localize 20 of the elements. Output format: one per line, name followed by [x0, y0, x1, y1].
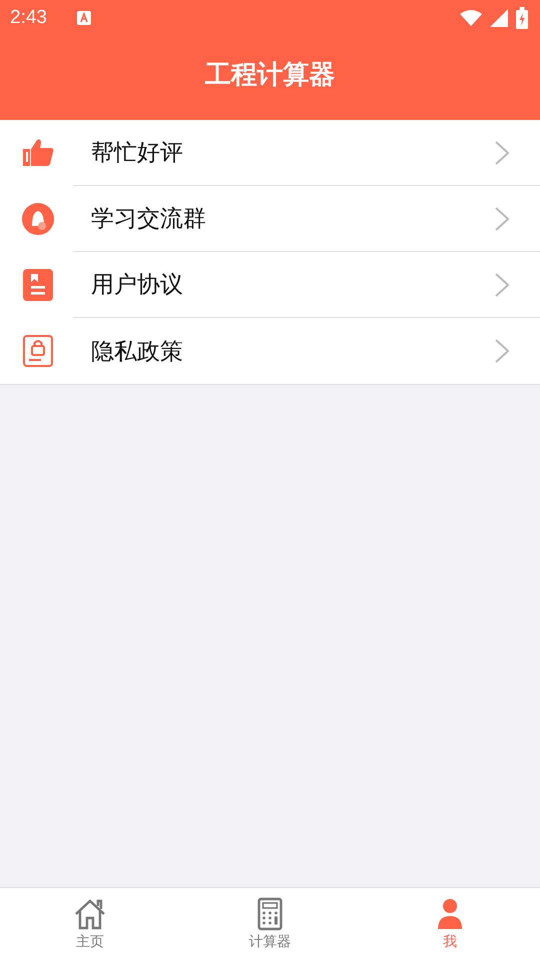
lock-icon	[21, 334, 55, 368]
chevron-right-icon	[494, 206, 510, 232]
page-title: 工程计算器	[204, 58, 336, 92]
menu-item[interactable]: 隐私政策	[0, 318, 540, 384]
chevron-right-icon	[494, 338, 510, 364]
menu-item[interactable]: 学习交流群	[0, 186, 540, 252]
tab[interactable]: 主页	[0, 888, 180, 960]
keyboard-icon	[76, 11, 91, 25]
status-time: 2:43	[10, 7, 47, 29]
wifi-icon	[460, 10, 482, 26]
chevron-right-icon	[494, 272, 510, 298]
chevron-right-icon	[494, 140, 510, 166]
battery-icon	[516, 7, 528, 29]
signal-icon	[490, 9, 508, 27]
bell-icon	[21, 202, 55, 236]
tab[interactable]: 计算器	[180, 888, 360, 960]
home-icon	[73, 897, 107, 931]
document-icon	[21, 268, 55, 302]
menu-item[interactable]: 帮忙好评	[0, 120, 540, 186]
menu-item[interactable]: 用户协议	[0, 252, 540, 318]
